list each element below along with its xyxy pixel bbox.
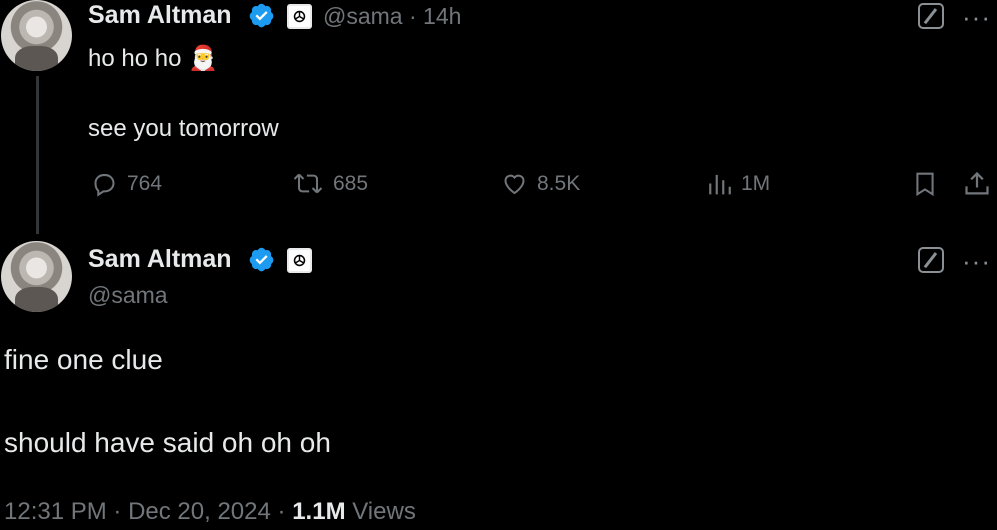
openai-affiliate-icon[interactable] xyxy=(287,248,312,273)
grok-icon[interactable] xyxy=(918,247,944,273)
separator: · xyxy=(277,498,286,525)
openai-affiliate-icon[interactable] xyxy=(287,4,312,29)
thread-connector-line xyxy=(36,76,39,234)
post-date[interactable]: Dec 20, 2024 xyxy=(128,498,271,525)
tweet-text-line: fine one clue xyxy=(4,344,163,375)
view-count: 1M xyxy=(741,171,771,195)
tweet-text-line: should have said oh oh oh xyxy=(4,427,331,458)
tweet-text-line: see you tomorrow xyxy=(88,115,279,142)
timestamp[interactable]: 14h xyxy=(423,3,461,29)
tweet-meta: @sama · 14h xyxy=(323,3,461,30)
views-button[interactable]: 1M xyxy=(707,170,770,197)
repost-icon xyxy=(293,173,323,194)
more-icon[interactable]: ··· xyxy=(962,4,991,30)
bookmark-icon xyxy=(916,172,934,197)
author-name[interactable]: Sam Altman xyxy=(88,245,232,274)
repost-count: 685 xyxy=(333,171,369,195)
like-count: 8.5K xyxy=(537,171,581,195)
reply-icon xyxy=(94,174,115,197)
bookmark-button[interactable] xyxy=(912,170,938,198)
views-count[interactable]: 1.1M xyxy=(292,498,345,525)
verified-badge-icon[interactable] xyxy=(248,2,275,29)
tweet-text-line: ho ho ho 🎅 xyxy=(88,45,218,72)
separator: · xyxy=(113,498,122,525)
views-label: Views xyxy=(352,498,416,525)
heart-icon xyxy=(504,174,525,195)
author-handle[interactable]: @sama xyxy=(323,3,403,29)
share-button[interactable] xyxy=(963,170,991,198)
verified-badge-icon[interactable] xyxy=(248,246,275,273)
like-button[interactable]: 8.5K xyxy=(500,170,580,197)
reply-count: 764 xyxy=(127,171,163,195)
avatar[interactable] xyxy=(1,241,72,312)
santa-emoji: 🎅 xyxy=(188,45,218,72)
analytics-icon xyxy=(709,174,731,195)
grok-icon[interactable] xyxy=(918,3,944,29)
author-name[interactable]: Sam Altman xyxy=(88,1,232,30)
separator: · xyxy=(408,3,417,29)
avatar[interactable] xyxy=(1,0,72,71)
reply-button[interactable]: 764 xyxy=(90,170,162,197)
repost-button[interactable]: 685 xyxy=(291,170,368,197)
post-time[interactable]: 12:31 PM xyxy=(4,498,107,525)
tweet-footer: 12:31 PM · Dec 20, 2024 · 1.1M Views xyxy=(4,498,416,526)
share-icon xyxy=(965,171,989,195)
more-icon[interactable]: ··· xyxy=(962,248,991,274)
author-handle[interactable]: @sama xyxy=(88,282,168,309)
